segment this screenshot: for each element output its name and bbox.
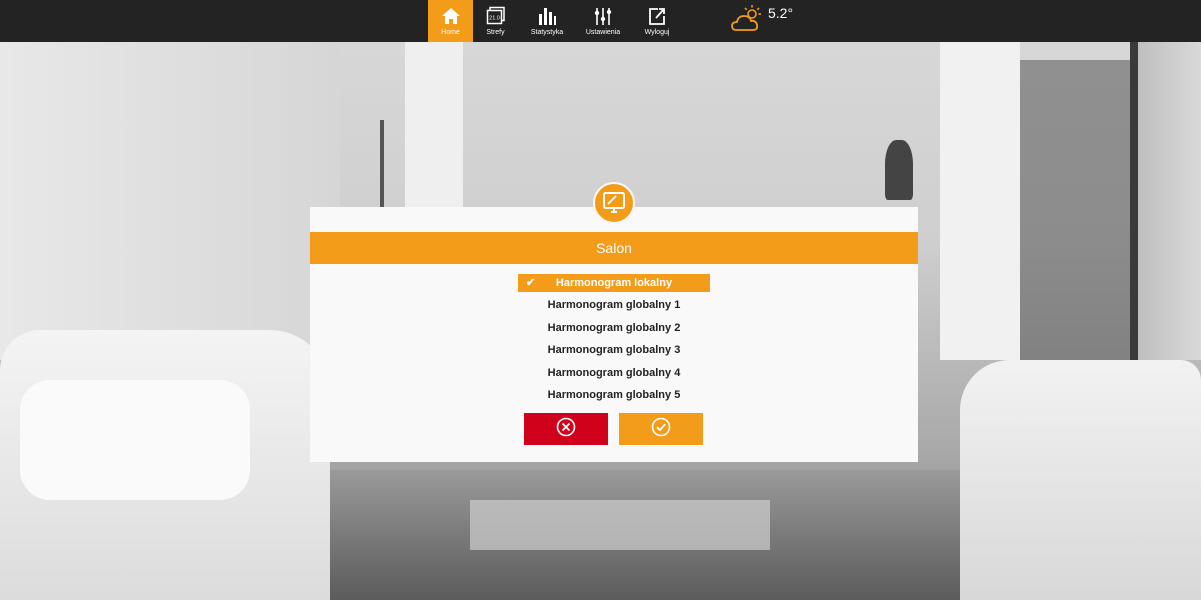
settings-sliders-icon <box>592 5 614 27</box>
dialog-title: Salon <box>310 232 918 264</box>
home-icon <box>440 5 462 27</box>
cancel-button[interactable] <box>524 413 608 445</box>
weather-widget: 5.2° <box>730 4 793 44</box>
dialog-buttons <box>524 413 703 445</box>
schedule-dialog: Salon ✔ Harmonogram lokalny Harmonogram … <box>310 207 918 462</box>
main-nav: Home 21.0 Strefy Statystyka Ustawienia W… <box>428 0 684 42</box>
check-icon: ✔ <box>526 277 536 289</box>
nav-settings[interactable]: Ustawienia <box>576 0 630 42</box>
outdoor-temperature: 5.2° <box>768 5 794 21</box>
nav-home-label: Home <box>441 29 460 36</box>
logout-icon <box>646 5 668 27</box>
option-local-schedule[interactable]: ✔ Harmonogram lokalny <box>518 274 710 292</box>
option-label: Harmonogram globalny 2 <box>547 321 681 334</box>
nav-zones-label: Strefy <box>486 29 505 36</box>
zones-icon: 21.0 <box>485 5 507 27</box>
nav-statistics-label: Statystyka <box>530 29 564 36</box>
nav-logout-label: Wyloguj <box>644 29 670 36</box>
option-label: Harmonogram globalny 3 <box>547 344 681 356</box>
option-label: Harmonogram globalny 1 <box>547 299 681 311</box>
monitor-icon <box>593 182 635 224</box>
confirm-circle-icon <box>651 417 671 442</box>
nav-logout[interactable]: Wyloguj <box>630 0 684 42</box>
nav-zones[interactable]: 21.0 Strefy <box>473 0 518 42</box>
confirm-button[interactable] <box>619 413 703 445</box>
option-label: Harmonogram globalny 4 <box>547 366 681 379</box>
option-global-schedule-3[interactable]: Harmonogram globalny 3 <box>518 339 710 362</box>
option-global-schedule-5[interactable]: Harmonogram globalny 5 <box>518 384 710 407</box>
option-label: Harmonogram globalny 5 <box>547 389 681 401</box>
zones-badge: 21.0 <box>489 16 500 22</box>
option-global-schedule-4[interactable]: Harmonogram globalny 4 <box>518 362 710 385</box>
option-global-schedule-2[interactable]: Harmonogram globalny 2 <box>518 317 710 340</box>
option-label: Harmonogram lokalny <box>555 277 673 289</box>
schedule-options-list: ✔ Harmonogram lokalny Harmonogram global… <box>518 272 710 407</box>
statistics-icon <box>536 5 558 27</box>
nav-settings-label: Ustawienia <box>585 29 621 36</box>
nav-statistics[interactable]: Statystyka <box>518 0 576 42</box>
partly-cloudy-icon <box>730 4 766 41</box>
nav-home[interactable]: Home <box>428 0 473 42</box>
option-global-schedule-1[interactable]: Harmonogram globalny 1 <box>518 294 710 317</box>
cancel-circle-icon <box>556 417 576 442</box>
top-navigation-bar: Home 21.0 Strefy Statystyka Ustawienia W… <box>0 0 1201 42</box>
